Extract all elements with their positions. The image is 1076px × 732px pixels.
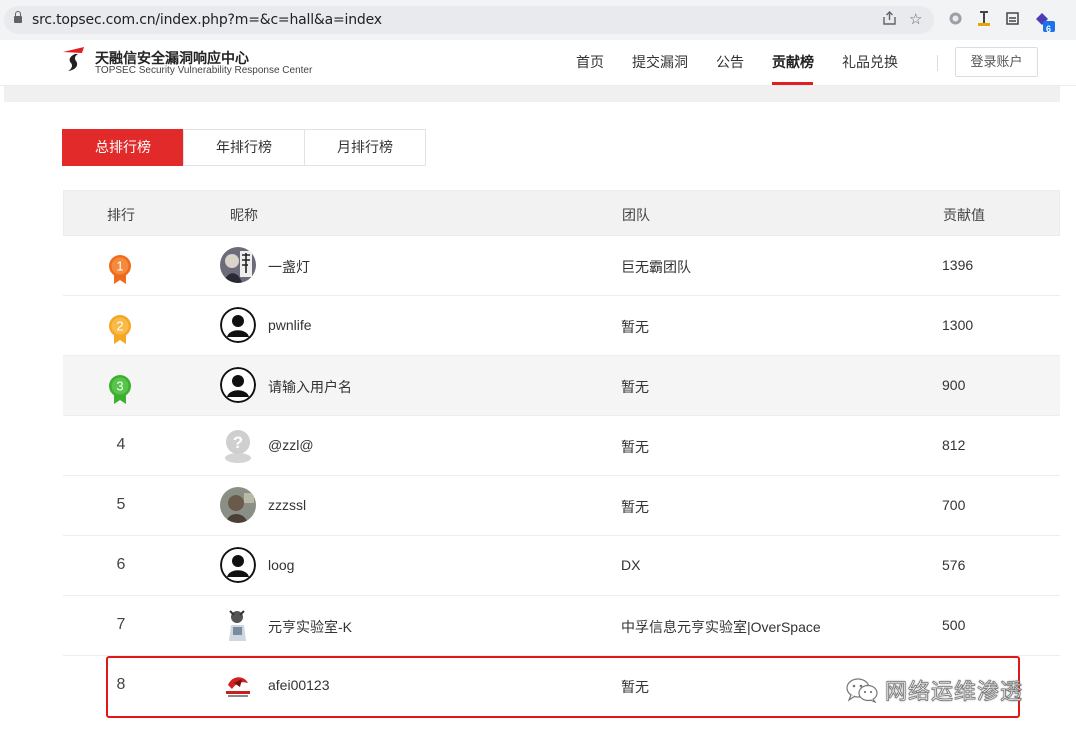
- header-score: 贡献值: [943, 207, 985, 223]
- bookmark-star-icon[interactable]: ☆: [909, 11, 922, 29]
- table-row: 4 ? @zzl@ 暂无 812: [63, 416, 1060, 476]
- nickname[interactable]: zzzssl: [268, 497, 306, 513]
- table-row: 6 loog DX 576: [63, 536, 1060, 596]
- nickname[interactable]: 一盏灯: [268, 257, 310, 277]
- score: 500: [942, 617, 966, 633]
- login-button[interactable]: 登录账户: [955, 47, 1038, 77]
- header-shadow-band: [4, 86, 1060, 102]
- team-name: 巨无霸团队: [621, 259, 691, 275]
- avatar[interactable]: [220, 247, 256, 283]
- team-name: 中孚信息元亨实验室|OverSpace: [621, 619, 821, 635]
- team-name: 暂无: [621, 379, 649, 395]
- team-name: 暂无: [621, 439, 649, 455]
- ranking-tabs: 总排行榜 年排行榜 月排行榜: [62, 129, 426, 166]
- medal-number: 2: [116, 319, 123, 334]
- rank-bronze-medal-icon: 3: [109, 375, 131, 404]
- nav-home[interactable]: 首页: [576, 52, 604, 72]
- extension-pilcrow-icon[interactable]: [977, 11, 991, 32]
- leaderboard-table: 排行 昵称 团队 贡献值 1 一盏灯 巨无霸团队 1396 2 pwnlife: [63, 190, 1060, 716]
- rank-number: 5: [116, 496, 126, 513]
- avatar[interactable]: [220, 367, 256, 403]
- header-nickname: 昵称: [230, 207, 258, 223]
- score: 576: [942, 557, 966, 573]
- table-row: 2 pwnlife 暂无 1300: [63, 296, 1060, 356]
- team-name: DX: [621, 557, 641, 573]
- logo-subtitle: TOPSEC Security Vulnerability Response C…: [95, 65, 313, 76]
- nav-submit-vuln[interactable]: 提交漏洞: [632, 52, 688, 72]
- avatar[interactable]: [220, 307, 256, 343]
- rank-gold-medal-icon: 1: [109, 255, 131, 284]
- nickname[interactable]: 元亨实验室-K: [268, 617, 352, 637]
- extension-badge-count: 6: [1046, 24, 1052, 34]
- extension-badge-icon[interactable]: 6: [1033, 11, 1057, 38]
- rank-number: 7: [116, 616, 126, 633]
- table-row: 7 元亨实验室-K 中孚信息元亨实验室|OverSpace 500: [63, 596, 1060, 656]
- site-header: 天融信安全漏洞响应中心 TOPSEC Security Vulnerabilit…: [0, 40, 1076, 86]
- table-row: 5 zzzssl 暂无 700: [63, 476, 1060, 536]
- header-rank: 排行: [107, 207, 135, 223]
- score: 1396: [942, 257, 974, 273]
- nav-announcements[interactable]: 公告: [716, 52, 744, 72]
- tab-overall[interactable]: 总排行榜: [62, 129, 184, 166]
- team-name: 暂无: [621, 319, 649, 335]
- score: 812: [942, 437, 966, 453]
- score: 900: [942, 377, 966, 393]
- rank-silver-medal-icon: 2: [109, 315, 131, 344]
- rank-number: 4: [116, 436, 126, 453]
- medal-number: 1: [116, 259, 123, 274]
- table-row: 1 一盏灯 巨无霸团队 1396: [63, 236, 1060, 296]
- team-name: 暂无: [621, 499, 649, 515]
- medal-number: 3: [116, 379, 123, 394]
- header-team: 团队: [622, 207, 650, 223]
- table-header: 排行 昵称 团队 贡献值: [63, 190, 1060, 236]
- nav-active-indicator: [772, 82, 813, 85]
- rank-number: 6: [116, 556, 126, 573]
- watermark-text: 网络运维渗透: [885, 679, 1024, 705]
- avatar[interactable]: [220, 607, 256, 643]
- avatar[interactable]: [220, 547, 256, 583]
- table-row: 3 请输入用户名 暂无 900: [63, 356, 1060, 416]
- wechat-watermark: 网络运维渗透: [845, 674, 1023, 706]
- url-text[interactable]: src.topsec.com.cn/index.php?m=&c=hall&a=…: [32, 12, 382, 28]
- nickname[interactable]: 请输入用户名: [268, 377, 352, 397]
- tab-yearly[interactable]: 年排行榜: [183, 129, 305, 166]
- nav-leaderboard[interactable]: 贡献榜: [772, 52, 814, 72]
- share-icon[interactable]: [882, 11, 897, 31]
- extension-circle-icon[interactable]: [948, 11, 963, 31]
- svg-text:?: ?: [233, 433, 243, 452]
- lock-icon: [14, 11, 22, 23]
- nickname[interactable]: @zzl@: [268, 437, 314, 453]
- avatar[interactable]: ?: [220, 427, 256, 463]
- nav-gift-exchange[interactable]: 礼品兑换: [842, 52, 898, 72]
- score: 700: [942, 497, 966, 513]
- tab-monthly[interactable]: 月排行榜: [304, 129, 426, 166]
- extension-scan-icon[interactable]: [1005, 11, 1020, 31]
- avatar[interactable]: [220, 487, 256, 523]
- score: 1300: [942, 317, 974, 333]
- nav-divider: [937, 55, 938, 71]
- nickname[interactable]: loog: [268, 557, 294, 573]
- nickname[interactable]: pwnlife: [268, 317, 312, 333]
- browser-toolbar: src.topsec.com.cn/index.php?m=&c=hall&a=…: [0, 0, 1076, 40]
- topsec-logo-icon[interactable]: [62, 44, 88, 72]
- wechat-icon: [846, 678, 878, 703]
